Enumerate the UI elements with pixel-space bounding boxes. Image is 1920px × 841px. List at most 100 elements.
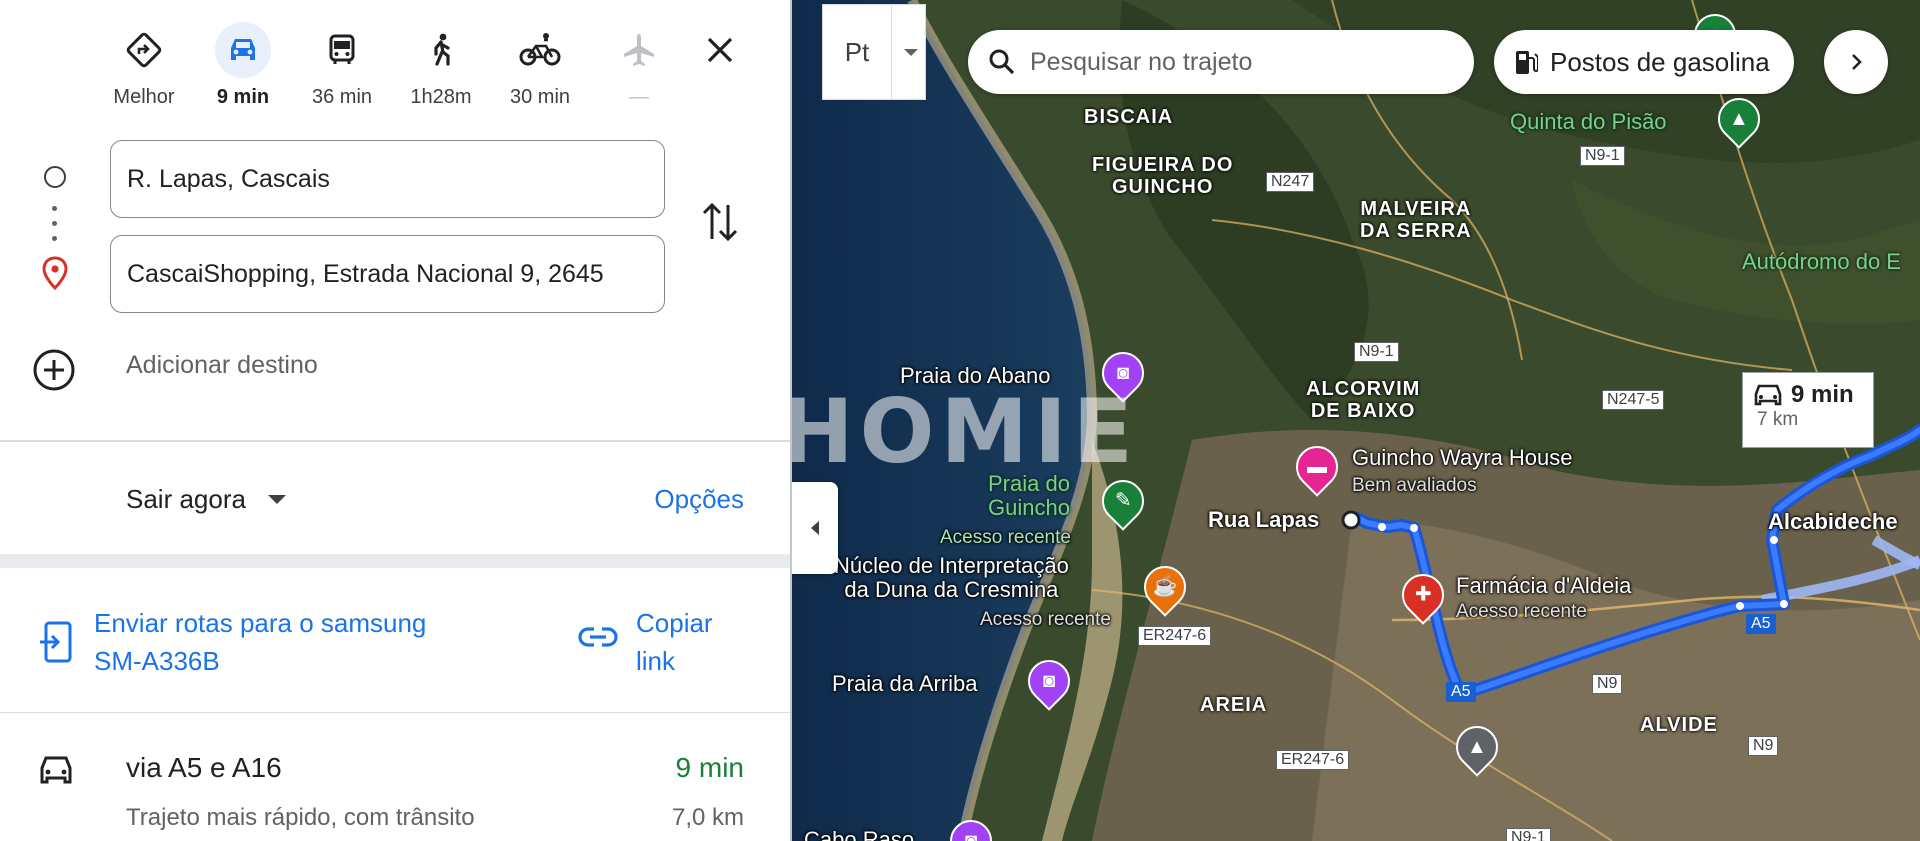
copy-link-button[interactable]: Copiar link: [636, 604, 713, 680]
route-dot: [52, 221, 57, 226]
route-info-box[interactable]: 9 min 7 km: [1742, 372, 1874, 448]
close-button[interactable]: [694, 24, 746, 76]
gas-stations-chip[interactable]: Postos de gasolina: [1494, 30, 1794, 94]
options-button[interactable]: Opções: [654, 484, 744, 515]
camera-icon: ◙: [964, 830, 978, 841]
area-label: ALVIDE: [1640, 714, 1718, 736]
add-destination-button[interactable]: Adicionar destino: [32, 348, 318, 392]
copy-label-line2: link: [636, 646, 676, 676]
road-shield: N9-1: [1506, 828, 1551, 841]
area-label: AREIA: [1200, 694, 1268, 716]
place-label[interactable]: Alcabideche: [1768, 510, 1898, 534]
send-to-device-link[interactable]: Enviar rotas para o samsung SM-A336B: [94, 604, 426, 680]
bus-icon: [314, 22, 370, 78]
coffee-icon: ☕: [1152, 576, 1178, 598]
route-box-time: 9 min: [1791, 381, 1854, 408]
caret-left-icon: [811, 521, 819, 535]
copy-label-line1: Copiar: [636, 608, 713, 638]
airplane-icon: [611, 22, 667, 78]
mode-bike[interactable]: 30 min: [498, 22, 582, 109]
add-circle-icon: [33, 349, 75, 391]
collapse-panel-button[interactable]: [792, 482, 838, 574]
car-icon: [40, 756, 72, 784]
search-along-route[interactable]: [968, 30, 1474, 94]
place-label[interactable]: Farmácia d'Aldeia: [1456, 574, 1631, 598]
close-icon: [707, 37, 733, 63]
bike-icon: [512, 22, 568, 78]
public-transport-layer-button[interactable]: Pt: [822, 4, 926, 100]
search-input[interactable]: [1030, 47, 1450, 77]
car-icon: [1754, 384, 1782, 406]
swap-icon: [702, 202, 738, 242]
map-canvas[interactable]: BISCAIA FIGUEIRA DO GUINCHO MALVEIRA DA …: [792, 0, 1920, 841]
gas-pump-icon: [1516, 51, 1538, 74]
origin-label: Rua Lapas: [1208, 507, 1320, 532]
route-description: Trajeto mais rápido, com trânsito: [126, 804, 475, 831]
route-box-distance: 7 km: [1757, 409, 1799, 430]
place-label[interactable]: Cabo Raso: [804, 828, 914, 841]
place-label[interactable]: Guincho Wayra House: [1352, 446, 1573, 470]
mode-transit[interactable]: 36 min: [300, 22, 384, 109]
car-icon: [215, 22, 271, 78]
divider: [0, 440, 790, 442]
road-shield: N247-5: [1602, 390, 1665, 410]
area-label: MALVEIRA DA SERRA: [1360, 198, 1472, 242]
mode-car-label: 9 min: [216, 86, 270, 108]
route-dot: [52, 206, 57, 211]
area-label-line: FIGUEIRA DO: [1092, 154, 1234, 176]
send-label-line1: Enviar rotas para o samsung: [94, 608, 427, 638]
depart-time-label: Sair agora: [126, 484, 246, 514]
place-label-line: Núcleo de Interpretação: [834, 553, 1069, 578]
road-shield: N9-1: [1580, 146, 1625, 166]
place-label[interactable]: Núcleo de Interpretação da Duna da Cresm…: [834, 554, 1069, 602]
graduation-cap-icon: ▲: [1467, 736, 1487, 759]
road-shield: N9: [1748, 736, 1779, 756]
recent-visit-label: Acesso recente: [940, 527, 1071, 548]
origin-input[interactable]: R. Lapas, Cascais: [110, 140, 665, 218]
mode-car[interactable]: 9 min: [201, 22, 285, 109]
place-label-line: da Duna da Cresmina: [844, 577, 1059, 602]
watermark: HOMIE: [792, 380, 1139, 483]
route-distance: 7,0 km: [671, 804, 744, 831]
recent-visit-label: Acesso recente: [980, 609, 1111, 630]
gas-stations-label: Postos de gasolina: [1550, 46, 1770, 77]
highway-shield: A5: [1746, 614, 1776, 634]
divider: [891, 4, 892, 100]
area-label-line: DA SERRA: [1360, 220, 1472, 242]
camera-icon: ◙: [1042, 670, 1056, 692]
transit-layer-label: Pt: [844, 36, 870, 67]
mode-walk[interactable]: 1h28m: [399, 22, 483, 109]
swap-button[interactable]: [700, 199, 740, 250]
mode-transit-label: 36 min: [311, 86, 373, 108]
divider: [0, 712, 790, 713]
pharmacy-icon: ✚: [1414, 584, 1432, 607]
place-label[interactable]: Praia da Arriba: [832, 672, 978, 696]
link-icon: [578, 627, 618, 647]
mode-flight-label: —: [629, 86, 649, 108]
place-label-line: Guincho: [988, 495, 1070, 520]
route-title[interactable]: via A5 e A16: [126, 752, 282, 784]
route-duration: 9 min: [675, 752, 744, 783]
area-label: BISCAIA: [1084, 106, 1174, 128]
place-label[interactable]: Autódromo do E: [1742, 250, 1901, 274]
road-shield: N247: [1266, 172, 1315, 192]
mode-flight[interactable]: —: [597, 22, 681, 109]
destination-pin-icon: [42, 256, 68, 290]
recent-visit-label: Acesso recente: [1456, 601, 1587, 622]
road-shield: ER247-6: [1276, 750, 1350, 770]
place-label[interactable]: Quinta do Pisão: [1510, 110, 1667, 134]
diamond-directions-icon: [116, 22, 172, 78]
route-dot: [52, 236, 57, 241]
chevron-right-icon: [1852, 54, 1862, 70]
road-shield: N9-1: [1354, 342, 1399, 362]
area-label-line: GUINCHO: [1111, 176, 1214, 198]
send-to-phone-icon: [40, 621, 72, 663]
tree-icon: ▲: [1729, 108, 1749, 131]
mode-best[interactable]: Melhor: [102, 22, 186, 109]
destination-input[interactable]: CascaiShopping, Estrada Nacional 9, 2645: [110, 235, 665, 313]
area-label: FIGUEIRA DO GUINCHO: [1092, 154, 1233, 198]
bed-icon: ▬: [1307, 456, 1327, 478]
depart-time-dropdown[interactable]: Sair agora: [126, 484, 286, 515]
more-chips-button[interactable]: [1824, 30, 1888, 94]
mode-best-label: Melhor: [113, 86, 175, 108]
